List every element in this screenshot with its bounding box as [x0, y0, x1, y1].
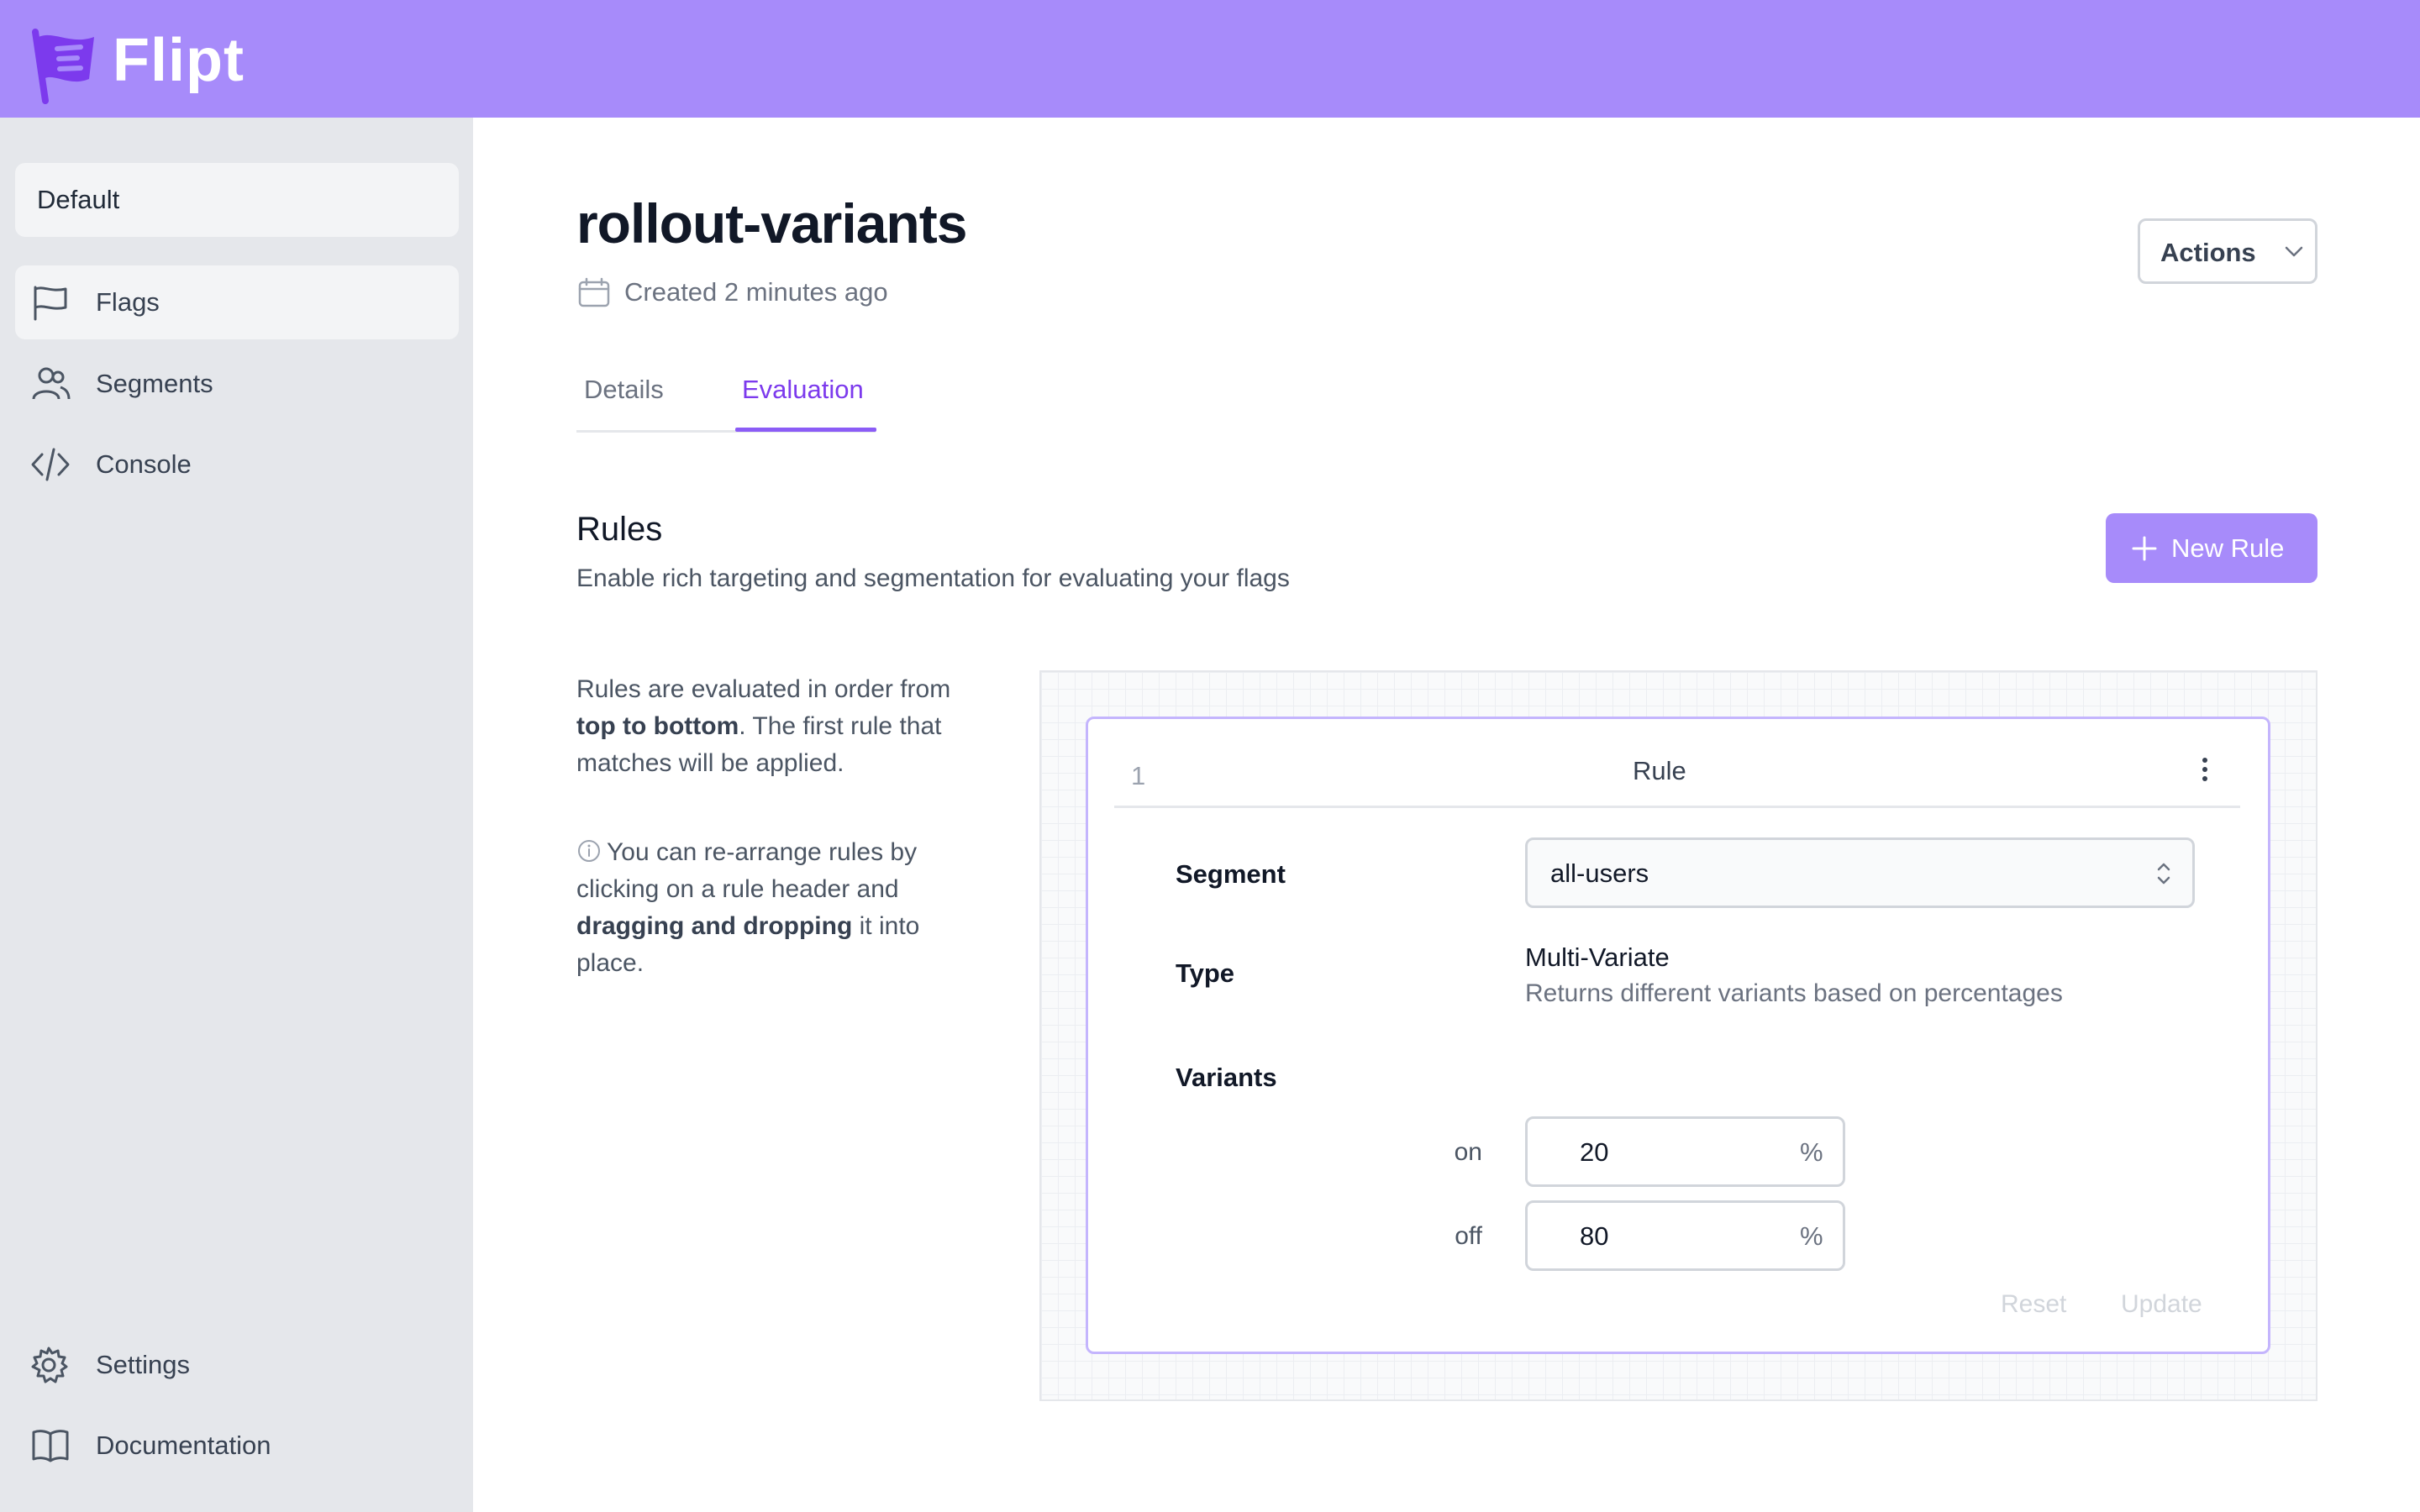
segment-label: Segment: [1176, 859, 1286, 889]
type-label: Type: [1176, 958, 1235, 988]
variants-label: Variants: [1176, 1063, 1277, 1092]
help-text: Rules are evaluated in order from: [576, 675, 951, 703]
help-emphasis: dragging and dropping: [576, 912, 853, 940]
variant-percentage-input-off[interactable]: 80 %: [1525, 1200, 1845, 1271]
chevron-down-icon: [2285, 246, 2303, 257]
flag-icon: [34, 286, 67, 321]
sidebar-item-label: Flags: [96, 287, 160, 317]
variant-key-off: off: [1455, 1222, 1482, 1250]
more-options-icon[interactable]: [2195, 755, 2215, 785]
namespace-selector[interactable]: Default: [15, 163, 459, 237]
tab-evaluation[interactable]: Evaluation: [742, 375, 864, 405]
sidebar-item-label: Documentation: [96, 1431, 271, 1460]
variant-key-on: on: [1454, 1138, 1482, 1166]
help-text: You can re-arrange rules by clicking on …: [576, 838, 918, 903]
sidebar-item-documentation[interactable]: Documentation: [15, 1409, 459, 1483]
rules-drag-help: You can re-arrange rules by clicking on …: [576, 834, 980, 982]
actions-label: Actions: [2160, 238, 2256, 267]
segment-value: all-users: [1550, 858, 1649, 888]
active-tab-indicator: [735, 428, 876, 432]
new-rule-button[interactable]: New Rule: [2106, 513, 2317, 583]
page-title: rollout-variants: [576, 192, 967, 255]
brand-name: Flipt: [113, 27, 245, 94]
segment-select[interactable]: all-users: [1525, 837, 2195, 908]
variant-percentage-input-on[interactable]: 20 %: [1525, 1116, 1845, 1187]
sidebar-item-settings[interactable]: Settings: [15, 1328, 459, 1402]
type-value: Multi-Variate: [1525, 942, 1670, 972]
sidebar-item-segments[interactable]: Segments: [15, 347, 459, 421]
percent-unit: %: [1800, 1221, 1823, 1251]
new-rule-label: New Rule: [2171, 533, 2285, 563]
tab-details[interactable]: Details: [584, 375, 664, 405]
users-icon: [32, 367, 71, 400]
actions-button[interactable]: Actions: [2138, 218, 2317, 284]
sidebar-item-label: Settings: [96, 1350, 191, 1379]
book-icon: [32, 1430, 69, 1462]
gear-icon: [31, 1347, 68, 1383]
reset-button[interactable]: Reset: [2001, 1290, 2066, 1319]
rules-heading: Rules: [576, 511, 663, 548]
info-icon: [578, 840, 600, 862]
rule-number: 1: [1131, 761, 1146, 790]
flipt-logo-icon[interactable]: [29, 29, 103, 104]
help-emphasis: top to bottom: [576, 712, 739, 740]
rules-description: Enable rich targeting and segmentation f…: [576, 564, 1290, 592]
rules-order-help: Rules are evaluated in order from top to…: [576, 671, 980, 782]
sidebar-item-label: Console: [96, 449, 192, 479]
variant-percentage-value: 80: [1580, 1221, 1609, 1251]
sidebar-item-label: Segments: [96, 369, 213, 398]
sidebar-item-flags[interactable]: Flags: [15, 265, 459, 339]
variant-percentage-value: 20: [1580, 1137, 1609, 1167]
percent-unit: %: [1800, 1137, 1823, 1167]
plus-icon: [2132, 536, 2157, 561]
rule-header[interactable]: Rule: [1633, 756, 1686, 786]
rule-divider: [1114, 806, 2240, 808]
calendar-icon: [578, 277, 610, 307]
update-button[interactable]: Update: [2121, 1290, 2202, 1319]
created-timestamp: Created 2 minutes ago: [624, 277, 888, 307]
sidebar: Default Flags Segments Console Settings: [0, 118, 473, 1512]
sidebar-item-console[interactable]: Console: [15, 428, 459, 501]
chevron-up-down-icon: [2157, 863, 2170, 885]
code-icon: [31, 448, 70, 481]
type-description: Returns different variants based on perc…: [1525, 979, 2063, 1007]
top-bar: Flipt: [0, 0, 2420, 118]
